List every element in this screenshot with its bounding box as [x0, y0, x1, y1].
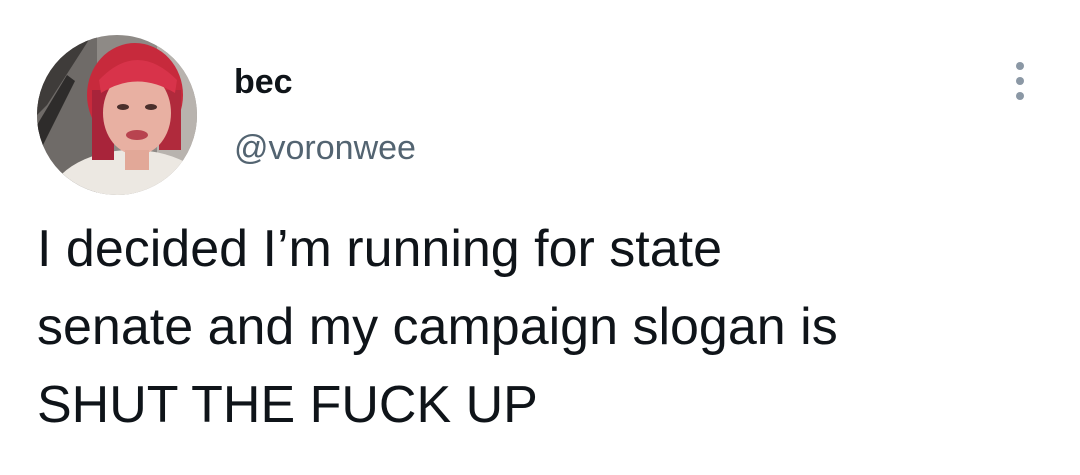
- more-options-icon-dot: [1016, 92, 1024, 100]
- profile-photo-icon: [37, 35, 197, 195]
- tweet-card: bec @voronwee I decided I’m running for …: [0, 0, 1080, 475]
- tweet-text: I decided I’m running for state senate a…: [37, 220, 838, 434]
- more-options-icon-dot: [1016, 77, 1024, 85]
- more-options-icon: [1016, 62, 1024, 70]
- more-options-button[interactable]: [1002, 58, 1038, 108]
- avatar[interactable]: [37, 35, 197, 195]
- display-name[interactable]: bec: [234, 62, 416, 102]
- user-info: bec @voronwee: [234, 62, 416, 168]
- user-handle[interactable]: @voronwee: [234, 128, 416, 168]
